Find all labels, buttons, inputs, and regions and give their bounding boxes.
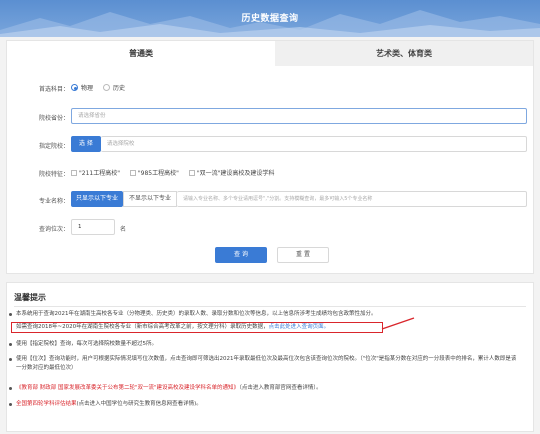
tab-bar: 普通类 艺术类、体育类 [7,41,533,66]
features-label: 院校特征： [38,171,69,178]
school-input[interactable]: 请选择院校 [100,136,527,152]
submit-button[interactable]: 查 询 [215,247,267,263]
major-label: 专业名称： [38,198,69,205]
notice-title: 温馨提示 [14,293,46,302]
rank-input[interactable]: 1 [71,219,115,235]
rank-unit: 名 [120,226,127,233]
province-row: 院校省份： 请选择省份 [7,108,533,126]
highlight-box [11,322,383,333]
reset-button[interactable]: 重 置 [277,247,329,263]
notice-item: 使用【位次】查询功能时，用户可根据实际情况填写位次数值，点击查询即可筛选出202… [9,355,519,373]
notice-item: 使用【指定院校】查询，每次可选择院校数量不超过5所。 [9,340,519,349]
checkbox-icon [188,169,195,176]
checkbox-icon [129,169,136,176]
radio-physics[interactable]: 物理 [71,83,93,92]
tab-general[interactable]: 普通类 [7,41,275,66]
province-label: 院校省份： [38,115,69,122]
policy-notice-link[interactable]: 《教育部 财政部 国家发展改革委关于公布第二轮"双一流"建设高校及建设学科名单的… [16,385,239,391]
header-banner: 历史数据查询 [0,0,540,37]
features-row: 院校特征： "211工程高校" "985工程高校" "双一流"建设高校及建设学科 [7,168,533,178]
school-control: 选 择 请选择院校 [71,136,527,152]
evaluation-result-link[interactable]: 全国第四轮学科评估结果 [16,401,77,407]
province-select[interactable]: 请选择省份 [71,108,527,124]
arrow-pointer-icon [381,317,415,330]
major-row: 专业名称： 只显示以下专业 不显示以下专业 请输入专业名称、多个专业请用逗号",… [7,191,533,209]
tab-arts-sports[interactable]: 艺术类、体育类 [275,41,533,66]
subject-radios: 物理 历史 [71,83,133,93]
bullet-icon [9,387,12,390]
subject-label: 首选科目： [38,86,69,93]
check-211[interactable]: "211工程高校" [71,168,120,177]
features-checks: "211工程高校" "985工程高校" "双一流"建设高校及建设学科 [71,168,282,178]
notice-item: 本系统用于查询2021年在湖南生高校各专业（分物理类、历史类）的录取人数、录取分… [9,310,519,319]
school-row: 指定院校： 选 择 请选择院校 [7,136,533,154]
select-school-button[interactable]: 选 择 [71,136,101,152]
check-985[interactable]: "985工程高校" [129,168,179,177]
bullet-icon [9,343,12,346]
exclude-major-button[interactable]: 不显示以下专业 [123,191,178,207]
checkbox-icon [71,169,77,176]
notice-item: 全国第四轮学科评估结果(点击进入中国学位与研究生教育信息网查看详情)。 [9,400,519,409]
rank-row: 查询位次： 1 名 [7,219,533,237]
radio-selected-icon [71,84,78,91]
check-double-first-class[interactable]: "双一流"建设高校及建设学科 [188,168,274,177]
subject-row: 首选科目： 物理 历史 [7,83,533,93]
divider [14,306,526,307]
show-only-major-button[interactable]: 只显示以下专业 [71,191,124,207]
rank-label: 查询位次： [38,226,69,233]
major-control: 只显示以下专业 不显示以下专业 请输入专业名称、多个专业请用逗号","分割。支持… [71,191,527,207]
radio-icon [102,84,110,91]
major-input[interactable]: 请输入专业名称、多个专业请用逗号","分割。支持模糊查询，最多可输入5个专业名称 [177,191,527,207]
school-label: 指定院校： [38,143,69,150]
bullet-icon [9,403,12,406]
notice-item: 《教育部 财政部 国家发展改革委关于公布第二轮"双一流"建设高校及建设学科名单的… [9,384,519,393]
bullet-icon [9,313,12,316]
page-title: 历史数据查询 [241,14,299,24]
radio-history[interactable]: 历史 [102,83,125,92]
query-form-card: 普通类 艺术类、体育类 首选科目： 物理 历史 院校省份： 请选择省份 指定院校… [6,40,534,274]
bullet-icon [9,358,12,361]
